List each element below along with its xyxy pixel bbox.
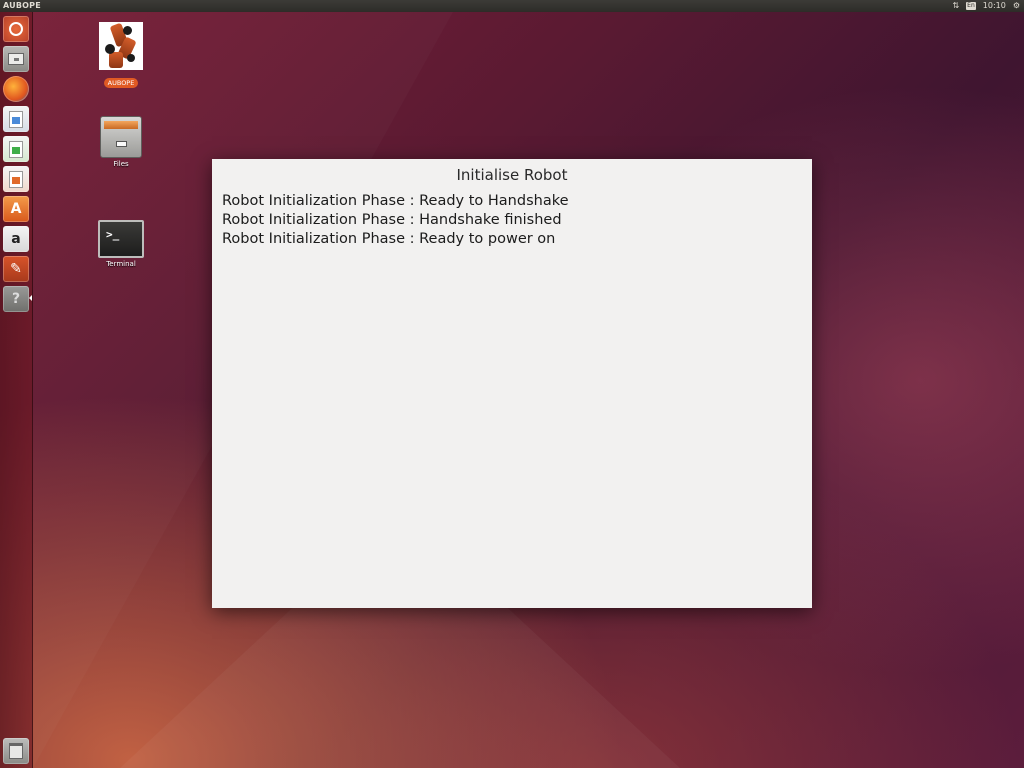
desktop-icon-files[interactable]: Files — [91, 116, 151, 168]
ubuntu-logo-icon — [9, 22, 23, 36]
log-line: Robot Initialization Phase : Ready to po… — [222, 231, 556, 247]
help-icon: ? — [11, 291, 21, 307]
desktop-icon-aubope[interactable]: AUBOPE — [91, 22, 151, 89]
launcher: A a ✎ ? — [0, 12, 33, 768]
file-cabinet-icon — [100, 116, 142, 158]
robot-arm-icon — [99, 22, 143, 70]
desktop-icon-label: AUBOPE — [103, 78, 139, 88]
software-center-icon: A — [10, 201, 22, 217]
launcher-files[interactable] — [3, 46, 29, 72]
log-line: Robot Initialization Phase : Handshake f… — [222, 212, 562, 228]
launcher-amazon[interactable]: a — [3, 226, 29, 252]
launcher-libreoffice-impress[interactable] — [3, 166, 29, 192]
log-line: Robot Initialization Phase : Ready to Ha… — [222, 193, 569, 209]
launcher-firefox[interactable] — [3, 76, 29, 102]
launcher-help[interactable]: ? — [3, 286, 29, 312]
top-panel: AUBOPE ⇅ En 10:10 ⚙ — [0, 0, 1024, 12]
active-app-title: AUBOPE — [3, 1, 41, 10]
desktop-icon-label: Files — [113, 160, 129, 168]
clock[interactable]: 10:10 — [983, 0, 1006, 12]
launcher-libreoffice-calc[interactable] — [3, 136, 29, 162]
initialization-log: Robot Initialization Phase : Ready to Ha… — [222, 192, 802, 249]
dialog-title: Initialise Robot — [456, 166, 568, 184]
file-cabinet-icon — [8, 53, 24, 65]
desktop-icon-label: Terminal — [106, 260, 136, 268]
launcher-dash-home[interactable] — [3, 16, 29, 42]
launcher-software-center[interactable]: A — [3, 196, 29, 222]
impress-icon — [9, 170, 23, 188]
launcher-system-settings[interactable]: ✎ — [3, 256, 29, 282]
settings-icon: ✎ — [10, 261, 22, 277]
desktop-icon-terminal[interactable]: >_ Terminal — [91, 220, 151, 268]
keyboard-layout-indicator[interactable]: En — [966, 2, 976, 10]
network-icon[interactable]: ⇅ — [952, 0, 959, 12]
gear-icon[interactable]: ⚙ — [1013, 0, 1020, 12]
launcher-libreoffice-writer[interactable] — [3, 106, 29, 132]
launcher-trash[interactable] — [3, 738, 29, 764]
active-indicator-arrow — [29, 295, 32, 301]
amazon-icon: a — [11, 231, 21, 247]
calc-icon — [9, 140, 23, 158]
initialise-robot-dialog: Initialise Robot Robot Initialization Ph… — [212, 159, 812, 608]
trash-icon — [9, 743, 23, 759]
terminal-icon: >_ — [98, 220, 144, 258]
writer-icon — [9, 110, 23, 128]
indicator-area: ⇅ En 10:10 ⚙ — [952, 0, 1020, 12]
